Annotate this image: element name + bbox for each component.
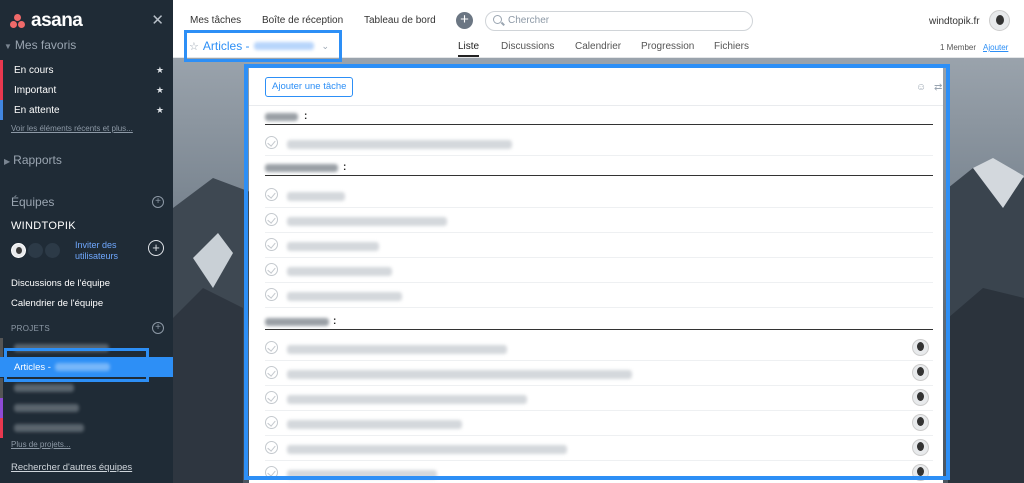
highlight-box (4, 348, 149, 382)
user-name[interactable]: windtopik.fr (929, 16, 980, 27)
tab-progress[interactable]: Progression (641, 41, 694, 52)
tab-calendar[interactable]: Calendrier (575, 41, 621, 52)
add-team-icon[interactable]: + (152, 196, 164, 208)
reports-title: Rapports (13, 153, 62, 167)
add-member-link[interactable]: Ajouter (983, 43, 1008, 52)
search-teams-link[interactable]: Rechercher d'autres équipes (11, 462, 132, 473)
favorite-label: En attente (14, 104, 60, 116)
brand-name: asana (31, 10, 83, 31)
nav-my-tasks[interactable]: Mes tâches (190, 15, 241, 26)
team-calendar-link[interactable]: Calendrier de l'équipe (11, 298, 103, 309)
quick-add-button[interactable]: + (456, 12, 473, 29)
invite-line: Inviter des (75, 240, 117, 250)
favorites-title: Mes favoris (14, 38, 77, 52)
invite-plus-icon[interactable]: + (148, 240, 164, 256)
tab-discussions[interactable]: Discussions (501, 41, 554, 52)
team-name[interactable]: WINDTOPIK (11, 220, 76, 232)
team-members (11, 243, 60, 258)
projects-label: PROJETS (11, 324, 50, 333)
team-discussions-link[interactable]: Discussions de l'équipe (11, 278, 110, 289)
nav-dashboard[interactable]: Tableau de bord (364, 15, 436, 26)
favorite-label: En cours (14, 64, 54, 76)
invite-line: utilisateurs (75, 251, 119, 261)
invite-users-link[interactable]: Inviter des utilisateurs (75, 240, 118, 262)
more-projects-link[interactable]: Plus de projets... (11, 440, 71, 449)
recent-items-link[interactable]: Voir les éléments récents et plus... (11, 124, 133, 133)
tab-list[interactable]: Liste (458, 41, 480, 57)
tab-files[interactable]: Fichiers (714, 41, 749, 52)
highlight-box (244, 64, 950, 480)
favorite-label: Important (14, 84, 57, 96)
project-item[interactable] (0, 398, 173, 418)
user-avatar[interactable] (989, 10, 1010, 31)
sidebar: asana ✕ ▼ Mes favoris En cours ★ Important… (0, 0, 173, 483)
teams-title[interactable]: Équipes (11, 195, 54, 209)
search-input[interactable]: Chercher (485, 11, 753, 31)
favorite-item-important[interactable]: Important ★ (0, 80, 173, 100)
search-placeholder: Chercher (508, 15, 550, 26)
avatar-placeholder (45, 243, 60, 258)
search-icon (493, 15, 502, 24)
highlight-box (184, 30, 342, 62)
reports-header[interactable]: ▶ Rapports (4, 153, 62, 167)
asana-logo-icon (10, 14, 26, 28)
favorite-item-en-attente[interactable]: En attente ★ (0, 100, 173, 120)
project-item[interactable] (0, 418, 173, 438)
favorite-item-en-cours[interactable]: En cours ★ (0, 60, 173, 80)
star-icon[interactable]: ★ (156, 105, 164, 116)
asana-logo[interactable]: asana (10, 10, 83, 32)
star-icon[interactable]: ★ (156, 65, 164, 76)
close-sidebar-icon[interactable]: ✕ (151, 11, 164, 29)
star-icon[interactable]: ★ (156, 85, 164, 96)
nav-inbox[interactable]: Boîte de réception (262, 15, 343, 26)
add-project-icon[interactable]: + (152, 322, 164, 334)
favorites-header[interactable]: ▼ Mes favoris (4, 38, 76, 52)
avatar[interactable] (11, 243, 26, 258)
avatar-placeholder (28, 243, 43, 258)
member-count[interactable]: 1 Member (940, 43, 976, 52)
